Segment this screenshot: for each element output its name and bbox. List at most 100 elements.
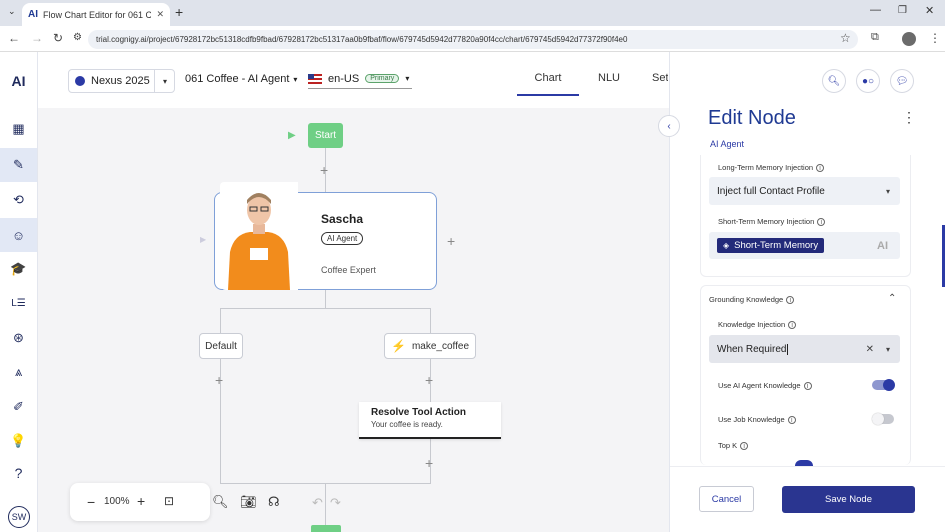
panel-chat-icon[interactable]: 💬︎ [890, 69, 914, 93]
use-agent-knowledge-label: Use AI Agent Knowledge i [718, 381, 812, 391]
window-close-icon[interactable]: ✕ [925, 4, 934, 17]
flow-icon[interactable]: ⟲ [0, 183, 37, 217]
long-term-memory-select[interactable]: Inject full Contact Profile ▾ [709, 177, 900, 205]
panel-toggle-icon[interactable]: ●○ [856, 69, 880, 93]
more-options-icon[interactable]: ⋮ [902, 109, 916, 126]
flow-selector[interactable]: 061 Coffee - AI Agent ▾ [185, 73, 297, 85]
cognigy-logo[interactable]: AI [0, 64, 37, 98]
lightning-icon: ⚡ [390, 339, 406, 353]
connector-line [220, 308, 431, 309]
voice-icon[interactable]: ☊ [268, 494, 280, 510]
help-icon[interactable]: ? [0, 456, 37, 490]
address-bar[interactable]: trial.cognigy.ai/project/67928172bc51318… [88, 30, 858, 49]
cancel-button[interactable]: Cancel [699, 486, 754, 512]
camera-icon[interactable]: 📷︎ [240, 494, 257, 510]
node-play-icon: ▶ [200, 235, 207, 244]
save-node-button[interactable]: Save Node [782, 486, 915, 513]
agent-avatar [220, 182, 298, 290]
knowledge-injection-value: When Required [717, 343, 787, 355]
zoom-in-icon[interactable]: + [137, 493, 145, 509]
clear-icon[interactable]: ✕ [866, 344, 874, 355]
zoom-toolbar: − 100% + ⊡ [70, 483, 210, 521]
panel-subtitle: AI Agent [710, 139, 745, 149]
insights-bulb-icon[interactable]: 💡 [0, 424, 37, 458]
tab-settings[interactable]: Set [652, 72, 668, 84]
info-icon[interactable]: i [786, 296, 795, 305]
long-term-memory-value: Inject full Contact Profile [717, 185, 825, 197]
locale-selector[interactable]: en-US Primary ▾ [308, 69, 412, 89]
resolve-tool-node[interactable]: Resolve Tool Action Your coffee is ready… [359, 402, 501, 439]
info-icon[interactable]: i [788, 321, 797, 330]
tab-chart[interactable]: Chart [517, 72, 579, 96]
redo-icon[interactable]: ↷ [330, 495, 341, 511]
grounding-knowledge-header[interactable]: Grounding Knowledge i [709, 295, 795, 305]
build-icon[interactable]: ✎ [0, 148, 37, 182]
ai-agent-node[interactable]: Sascha AI Agent Coffee Expert [214, 182, 437, 290]
reload-icon[interactable]: ↻ [53, 31, 63, 45]
start-node[interactable]: Start [308, 123, 343, 148]
dashboard-grid-icon[interactable]: ▦ [0, 112, 37, 146]
add-node-plus-icon[interactable]: + [425, 373, 433, 387]
collapse-panel-button[interactable]: ‹ [658, 115, 680, 137]
info-icon[interactable]: i [817, 218, 826, 227]
play-icon[interactable]: ▶ [288, 130, 296, 141]
agents-icon[interactable]: ☺ [0, 218, 37, 252]
tab-close-icon[interactable]: ✕ [156, 9, 164, 20]
short-term-memory-chip[interactable]: ◈ Short-Term Memory [717, 238, 825, 253]
knowledge-injection-select[interactable]: When Required ✕ ▾ [709, 335, 900, 363]
info-icon[interactable]: i [816, 164, 825, 173]
add-node-plus-icon[interactable]: + [320, 163, 328, 177]
end-node[interactable] [311, 525, 341, 532]
use-agent-knowledge-toggle[interactable] [872, 379, 895, 391]
add-node-plus-icon[interactable]: + [215, 373, 223, 387]
project-name: Nexus 2025 [91, 75, 150, 87]
bookmark-star-icon[interactable]: ☆ [840, 31, 851, 45]
short-term-memory-field[interactable]: ◈ Short-Term Memory AI [709, 232, 900, 259]
use-job-knowledge-toggle[interactable] [872, 413, 894, 425]
fit-view-icon[interactable]: ⊡ [164, 494, 174, 508]
deploy-icon[interactable]: ⩓ [0, 355, 37, 389]
learn-icon[interactable]: 🎓 [0, 252, 37, 286]
start-label: Start [314, 130, 337, 141]
resolve-subtitle: Your coffee is ready. [371, 420, 443, 429]
project-dropdown-button[interactable]: ▾ [154, 69, 175, 93]
new-tab-icon[interactable]: + [175, 4, 183, 20]
search-icon[interactable]: 🔍︎ [212, 494, 229, 510]
tab-favicon: AI [28, 9, 38, 20]
chevron-up-icon[interactable]: ⌃ [888, 293, 896, 304]
browser-tab[interactable]: AI Flow Chart Editor for 061 Coffe ✕ [22, 3, 170, 26]
tool-node[interactable]: ⚡ make_coffee [384, 333, 476, 359]
agent-badge: AI Agent [321, 232, 364, 245]
profile-avatar[interactable] [902, 32, 916, 46]
info-icon[interactable]: i [803, 382, 812, 391]
add-node-plus-icon[interactable]: + [425, 456, 433, 470]
agent-role: Coffee Expert [321, 265, 376, 275]
url-text: trial.cognigy.ai/project/67928172bc51318… [96, 35, 628, 44]
panel-search-icon[interactable]: 🔍︎ [822, 69, 846, 93]
tab-nlu[interactable]: NLU [598, 72, 620, 84]
minimize-icon[interactable]: — [870, 4, 881, 16]
undo-icon[interactable]: ↶ [312, 495, 323, 511]
maximize-icon[interactable]: ❐ [898, 5, 907, 16]
info-icon[interactable]: i [740, 442, 749, 451]
browser-menu-icon[interactable]: ⋮ [929, 31, 941, 45]
chevron-down-icon: ▾ [293, 74, 298, 84]
forward-icon[interactable]: → [31, 31, 43, 45]
add-node-plus-icon[interactable]: + [447, 234, 455, 248]
user-avatar[interactable]: SW [8, 506, 30, 528]
tools-icon[interactable]: ✐ [0, 390, 37, 424]
lexicon-icon[interactable]: L☰ [0, 286, 37, 320]
info-icon[interactable]: i [787, 416, 796, 425]
flow-canvas[interactable] [38, 108, 669, 532]
short-term-memory-label: Short-Term Memory Injection i [718, 217, 826, 227]
zoom-out-icon[interactable]: − [87, 494, 95, 510]
tab-menu-chevron-icon[interactable]: ⌄ [8, 6, 16, 17]
extensions-icon[interactable]: ⧉ [871, 31, 879, 44]
back-icon[interactable]: ← [8, 31, 20, 45]
locale-code: en-US [328, 72, 360, 85]
agent-name: Sascha [321, 212, 364, 226]
default-node[interactable]: Default [199, 333, 243, 359]
connector-line [325, 290, 326, 308]
integrations-icon[interactable]: ⊛ [0, 321, 37, 355]
site-info-icon[interactable]: ⚙ [73, 32, 82, 43]
